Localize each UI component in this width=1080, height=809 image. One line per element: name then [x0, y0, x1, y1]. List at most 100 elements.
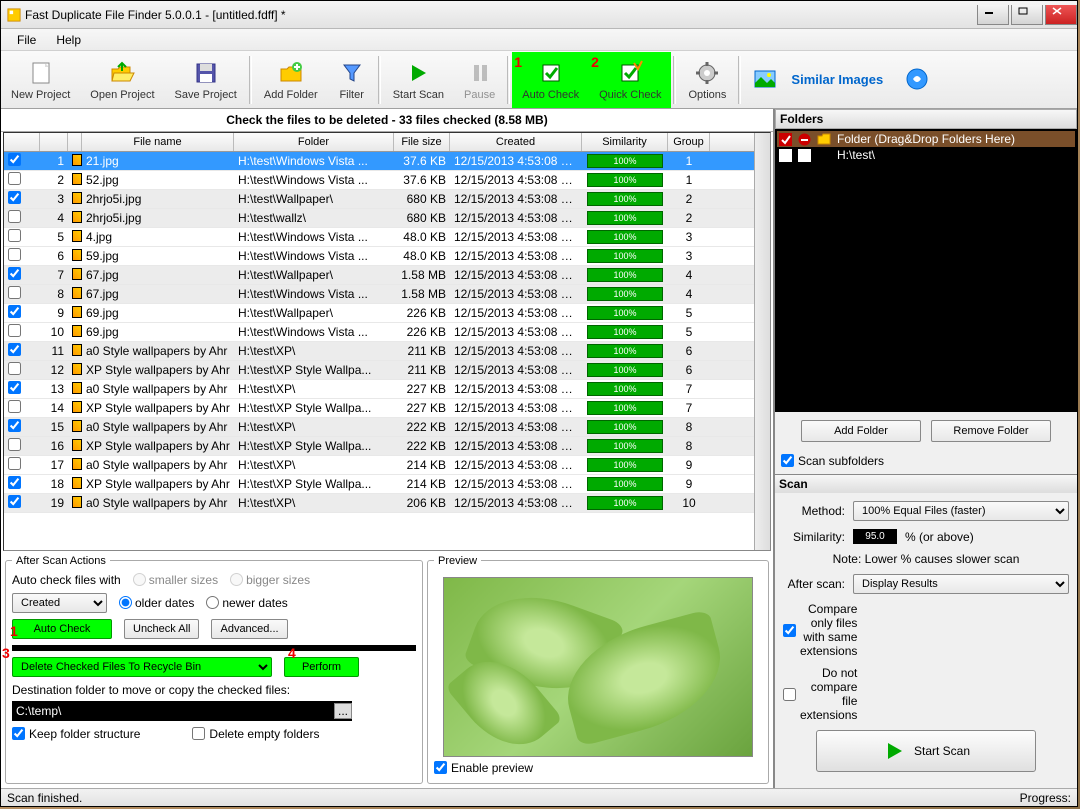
file-type-icon [72, 439, 82, 451]
file-type-icon [72, 325, 82, 337]
row-checkbox[interactable] [8, 324, 21, 337]
table-row[interactable]: 8 67.jpg H:\test\Windows Vista ... 1.58 … [4, 285, 754, 304]
maximize-button[interactable] [1011, 5, 1043, 25]
folders-header: Folders [775, 109, 1077, 129]
keep-structure-checkbox[interactable]: Keep folder structure [12, 727, 140, 741]
compare-ext-checkbox[interactable]: Compare only files with same extensions [783, 602, 845, 658]
row-checkbox[interactable] [8, 229, 21, 242]
row-checkbox[interactable] [8, 381, 21, 394]
radio-older[interactable]: older dates [119, 596, 194, 610]
advanced-button[interactable]: Advanced... [211, 619, 287, 639]
file-type-icon [72, 173, 82, 185]
delete-action-select[interactable]: Delete Checked Files To Recycle Bin [12, 657, 272, 677]
folders-tree[interactable]: Folder (Drag&Drop Folders Here) H:\test\ [775, 129, 1077, 412]
row-checkbox[interactable] [8, 286, 21, 299]
not-compare-ext-checkbox[interactable]: Do not compare file extensions [783, 666, 845, 722]
radio-newer[interactable]: newer dates [206, 596, 287, 610]
row-checkbox[interactable] [8, 457, 21, 470]
method-select[interactable]: 100% Equal Files (faster) [853, 501, 1069, 521]
similarity-spinner[interactable]: 95.0 [853, 529, 897, 544]
row-checkbox[interactable] [8, 153, 21, 166]
table-row[interactable]: 2 52.jpg H:\test\Windows Vista ... 37.6 … [4, 171, 754, 190]
table-row[interactable]: 1 21.jpg H:\test\Windows Vista ... 37.6 … [4, 152, 754, 171]
vertical-scrollbar[interactable] [754, 133, 770, 550]
enable-preview-checkbox[interactable]: Enable preview [434, 761, 533, 775]
similar-images-button[interactable]: Similar Images [743, 52, 893, 108]
file-type-icon [72, 287, 82, 299]
after-scan-actions: After Scan Actions Auto check files with… [5, 555, 423, 785]
table-row[interactable]: 19 a0 Style wallpapers by Ahr H:\test\XP… [4, 494, 754, 513]
preview-panel: Preview Enable preview [427, 555, 769, 785]
table-row[interactable]: 6 59.jpg H:\test\Windows Vista ... 48.0 … [4, 247, 754, 266]
destination-input[interactable]: C:\temp\... [12, 701, 352, 721]
table-row[interactable]: 10 69.jpg H:\test\Windows Vista ... 226 … [4, 323, 754, 342]
file-type-icon [72, 363, 82, 375]
file-type-icon [72, 154, 82, 166]
radio-smaller[interactable]: smaller sizes [133, 573, 218, 587]
table-row[interactable]: 4 2hrjo5i.jpg H:\test\wallz\ 680 KB 12/1… [4, 209, 754, 228]
file-type-icon [72, 477, 82, 489]
file-type-icon [72, 192, 82, 204]
row-checkbox[interactable] [8, 495, 21, 508]
row-checkbox[interactable] [8, 438, 21, 451]
row-checkbox[interactable] [8, 343, 21, 356]
start-scan-button[interactable]: Start Scan [383, 52, 454, 108]
row-checkbox[interactable] [8, 362, 21, 375]
uncheck-all-button[interactable]: Uncheck All [124, 619, 199, 639]
row-checkbox[interactable] [8, 191, 21, 204]
add-folder-button[interactable]: Add Folder [254, 52, 328, 108]
filter-button[interactable]: Filter [328, 52, 376, 108]
window-title: Fast Duplicate File Finder 5.0.0.1 - [un… [25, 8, 286, 22]
row-checkbox[interactable] [8, 172, 21, 185]
table-row[interactable]: 16 XP Style wallpapers by Ahr H:\test\XP… [4, 437, 754, 456]
add-folder-panel-button[interactable]: Add Folder [801, 420, 921, 442]
row-checkbox[interactable] [8, 248, 21, 261]
extra-icon[interactable] [893, 52, 941, 108]
table-row[interactable]: 17 a0 Style wallpapers by Ahr H:\test\XP… [4, 456, 754, 475]
pause-button[interactable]: Pause [454, 52, 505, 108]
scan-subfolders-checkbox[interactable]: Scan subfolders [781, 454, 884, 468]
row-checkbox[interactable] [8, 267, 21, 280]
table-row[interactable]: 15 a0 Style wallpapers by Ahr H:\test\XP… [4, 418, 754, 437]
auto-check-action-button[interactable]: Auto Check [12, 619, 112, 639]
open-project-button[interactable]: Open Project [80, 52, 164, 108]
app-icon [7, 8, 21, 22]
minimize-button[interactable] [977, 5, 1009, 25]
menu-help[interactable]: Help [46, 30, 91, 50]
table-row[interactable]: 9 69.jpg H:\test\Wallpaper\ 226 KB 12/15… [4, 304, 754, 323]
file-grid[interactable]: File name Folder File size Created Simil… [4, 133, 754, 550]
remove-folder-button[interactable]: Remove Folder [931, 420, 1051, 442]
table-row[interactable]: 11 a0 Style wallpapers by Ahr H:\test\XP… [4, 342, 754, 361]
statusbar: Scan finished. Progress: [1, 788, 1077, 806]
afterscan-select[interactable]: Display Results [853, 574, 1069, 594]
row-checkbox[interactable] [8, 400, 21, 413]
menu-file[interactable]: File [7, 30, 46, 50]
table-row[interactable]: 14 XP Style wallpapers by Ahr H:\test\XP… [4, 399, 754, 418]
file-type-icon [72, 458, 82, 470]
quick-check-button[interactable]: 2Quick Check [589, 52, 671, 108]
table-row[interactable]: 13 a0 Style wallpapers by Ahr H:\test\XP… [4, 380, 754, 399]
table-row[interactable]: 3 2hrjo5i.jpg H:\test\Wallpaper\ 680 KB … [4, 190, 754, 209]
folder-icon [817, 133, 831, 145]
table-row[interactable]: 7 67.jpg H:\test\Wallpaper\ 1.58 MB 12/1… [4, 266, 754, 285]
table-row[interactable]: 18 XP Style wallpapers by Ahr H:\test\XP… [4, 475, 754, 494]
table-row[interactable]: 5 4.jpg H:\test\Windows Vista ... 48.0 K… [4, 228, 754, 247]
row-checkbox[interactable] [8, 210, 21, 223]
row-checkbox[interactable] [8, 476, 21, 489]
file-type-icon [72, 268, 82, 280]
start-scan-big-button[interactable]: Start Scan [816, 730, 1036, 772]
new-project-button[interactable]: New Project [1, 52, 80, 108]
file-type-icon [72, 496, 82, 508]
created-select[interactable]: Created [12, 593, 107, 613]
radio-bigger[interactable]: bigger sizes [230, 573, 310, 587]
options-button[interactable]: Options [678, 52, 736, 108]
file-type-icon [72, 401, 82, 413]
row-checkbox[interactable] [8, 419, 21, 432]
save-project-button[interactable]: Save Project [165, 52, 247, 108]
row-checkbox[interactable] [8, 305, 21, 318]
auto-check-button[interactable]: 1Auto Check [512, 52, 589, 108]
delete-empty-checkbox[interactable]: Delete empty folders [192, 727, 319, 741]
check-icon [779, 133, 792, 146]
table-row[interactable]: 12 XP Style wallpapers by Ahr H:\test\XP… [4, 361, 754, 380]
close-button[interactable] [1045, 5, 1077, 25]
